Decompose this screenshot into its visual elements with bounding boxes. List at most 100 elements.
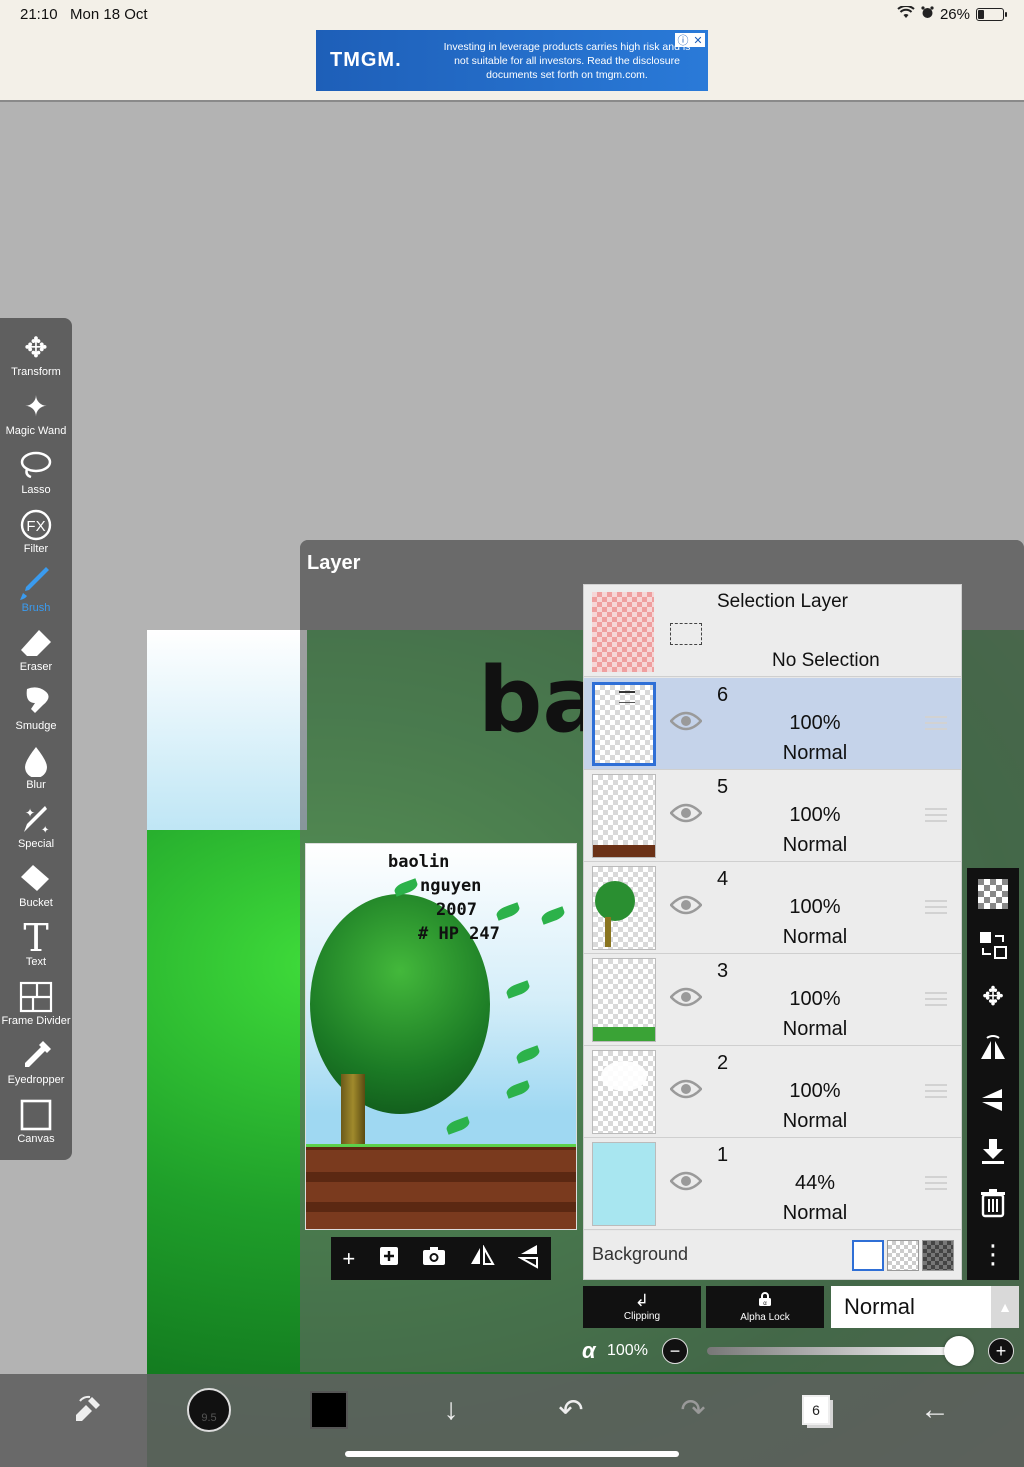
tool-label: Smudge — [15, 720, 57, 732]
flip-horizontal-icon[interactable] — [973, 1028, 1013, 1068]
layer-row-4[interactable]: 4 100% Normal — [584, 862, 961, 954]
tool-special[interactable]: ✦ ✦ Special — [0, 797, 72, 856]
alpha-lock-label: Alpha Lock — [740, 1312, 790, 1323]
down-arrow-icon[interactable]: ↓ — [428, 1386, 474, 1434]
tool-transform[interactable]: ✥ Transform — [0, 325, 72, 384]
eye-visibility-icon[interactable] — [669, 1079, 703, 1099]
fence-bar — [306, 1172, 576, 1182]
drag-handle-icon[interactable] — [925, 808, 947, 822]
tool-eyedropper[interactable]: Eyedropper — [0, 1033, 72, 1092]
brush-icon — [19, 566, 53, 602]
merge-down-icon[interactable] — [973, 1131, 1013, 1171]
tool-filter[interactable]: FX Filter — [0, 502, 72, 561]
background-white-swatch[interactable] — [852, 1240, 884, 1271]
opacity-decrease-button[interactable]: − — [662, 1338, 688, 1364]
close-icon: ✕ — [693, 34, 703, 47]
add-layer-copy-icon[interactable] — [378, 1245, 400, 1273]
opacity-increase-button[interactable]: + — [988, 1338, 1014, 1364]
tool-blur[interactable]: Blur — [0, 738, 72, 797]
back-arrow-icon[interactable]: ← — [912, 1386, 958, 1434]
opacity-slider-handle[interactable] — [944, 1336, 974, 1366]
layer-number: 6 — [717, 684, 729, 706]
quick-swap-icon[interactable] — [62, 1386, 112, 1434]
tool-smudge[interactable]: Smudge — [0, 679, 72, 738]
layer-panel-title: Layer — [307, 552, 361, 574]
layer-opacity: 100% — [789, 988, 841, 1010]
layer-side-toolbar: ✥ ⋮ — [967, 868, 1019, 1280]
layer-row-1[interactable]: 1 44% Normal — [584, 1138, 961, 1230]
tool-label: Filter — [23, 543, 49, 555]
swap-layer-icon[interactable] — [973, 925, 1013, 965]
selection-layer-row[interactable]: Selection Layer No Selection — [584, 585, 961, 677]
svg-text:✦: ✦ — [25, 806, 35, 820]
move-arrows-icon: ✥ — [24, 332, 48, 363]
preview-text-line: nguyen — [420, 876, 482, 896]
layer-row-6[interactable]: 6 100% Normal — [584, 678, 961, 770]
ad-close-button[interactable]: ⓘ ✕ — [675, 33, 705, 47]
layer-thumbnail — [592, 866, 656, 950]
tool-label: Frame Divider — [1, 1015, 71, 1027]
checker-transparency-icon[interactable] — [973, 874, 1013, 914]
tool-lasso[interactable]: Lasso — [0, 443, 72, 502]
drag-handle-icon[interactable] — [925, 992, 947, 1006]
undo-icon[interactable]: ↶ — [548, 1386, 594, 1434]
drag-handle-icon[interactable] — [925, 900, 947, 914]
flip-vertical-icon[interactable] — [516, 1243, 540, 1275]
tool-label: Blur — [26, 779, 46, 791]
magic-wand-icon: ✦ — [24, 391, 48, 422]
canvas-icon — [20, 1097, 52, 1133]
tool-bucket[interactable]: Bucket — [0, 856, 72, 915]
layer-row-5[interactable]: 5 100% Normal — [584, 770, 961, 862]
move-arrows-icon[interactable]: ✥ — [973, 977, 1013, 1017]
eye-visibility-icon[interactable] — [669, 1171, 703, 1191]
tool-eraser[interactable]: Eraser — [0, 620, 72, 679]
tool-magic-wand[interactable]: ✦ Magic Wand — [0, 384, 72, 443]
eye-visibility-icon[interactable] — [669, 711, 703, 731]
current-color-swatch — [310, 1391, 348, 1429]
tool-text[interactable]: T Text — [0, 915, 72, 974]
eye-visibility-icon[interactable] — [669, 803, 703, 823]
layer-number: 3 — [717, 960, 729, 982]
layer-number: 1 — [717, 1144, 729, 1166]
eye-visibility-icon[interactable] — [669, 895, 703, 915]
tool-brush[interactable]: Brush — [0, 561, 72, 620]
layer-row-2[interactable]: 2 100% Normal — [584, 1046, 961, 1138]
flip-horizontal-icon[interactable] — [469, 1243, 495, 1273]
blend-mode-up-icon[interactable]: ▲ — [991, 1286, 1019, 1328]
tool-canvas[interactable]: Canvas — [0, 1092, 72, 1151]
flip-vertical-icon[interactable] — [973, 1080, 1013, 1120]
redo-icon[interactable]: ↷ — [670, 1386, 716, 1434]
fx-icon: FX — [20, 507, 52, 543]
trash-icon[interactable] — [973, 1183, 1013, 1223]
color-button[interactable] — [307, 1386, 351, 1434]
clipping-label: Clipping — [623, 1311, 661, 1322]
layers-button[interactable]: 6 — [794, 1386, 838, 1434]
camera-icon[interactable] — [422, 1246, 446, 1272]
brush-size-button[interactable]: 9.5 — [185, 1386, 233, 1434]
drop-icon — [23, 743, 49, 779]
layer-number: 5 — [717, 776, 729, 798]
alpha-lock-button[interactable]: α Alpha Lock — [706, 1286, 824, 1328]
canvas-preview[interactable]: baolin nguyen 2007 # HP 247 — [305, 843, 577, 1230]
clipping-button[interactable]: ↲ Clipping — [583, 1286, 701, 1328]
layer-row-3[interactable]: 3 100% Normal — [584, 954, 961, 1046]
tool-label: Special — [17, 838, 55, 850]
more-options-icon[interactable]: ⋮ — [973, 1234, 1013, 1274]
leaf — [514, 1045, 542, 1064]
add-layer-icon[interactable]: + — [342, 1246, 355, 1272]
drag-handle-icon[interactable] — [925, 1084, 947, 1098]
opacity-value: 100% — [607, 1342, 648, 1359]
ad-banner[interactable]: TMGM. Investing in leverage products car… — [316, 30, 708, 91]
tool-label: Lasso — [21, 484, 51, 496]
background-transparent-swatch[interactable] — [887, 1240, 919, 1271]
drag-handle-icon[interactable] — [925, 1176, 947, 1190]
blend-mode-select[interactable]: Normal — [831, 1286, 991, 1328]
opacity-slider-track[interactable] — [707, 1347, 959, 1355]
drag-handle-icon[interactable] — [925, 716, 947, 730]
eye-visibility-icon[interactable] — [669, 987, 703, 1007]
status-time: 21:10 — [20, 6, 58, 23]
tool-frame-divider[interactable]: Frame Divider — [0, 974, 72, 1033]
layer-opacity: 100% — [789, 712, 841, 734]
background-dark-swatch[interactable] — [922, 1240, 954, 1271]
tool-label: Brush — [21, 602, 51, 614]
